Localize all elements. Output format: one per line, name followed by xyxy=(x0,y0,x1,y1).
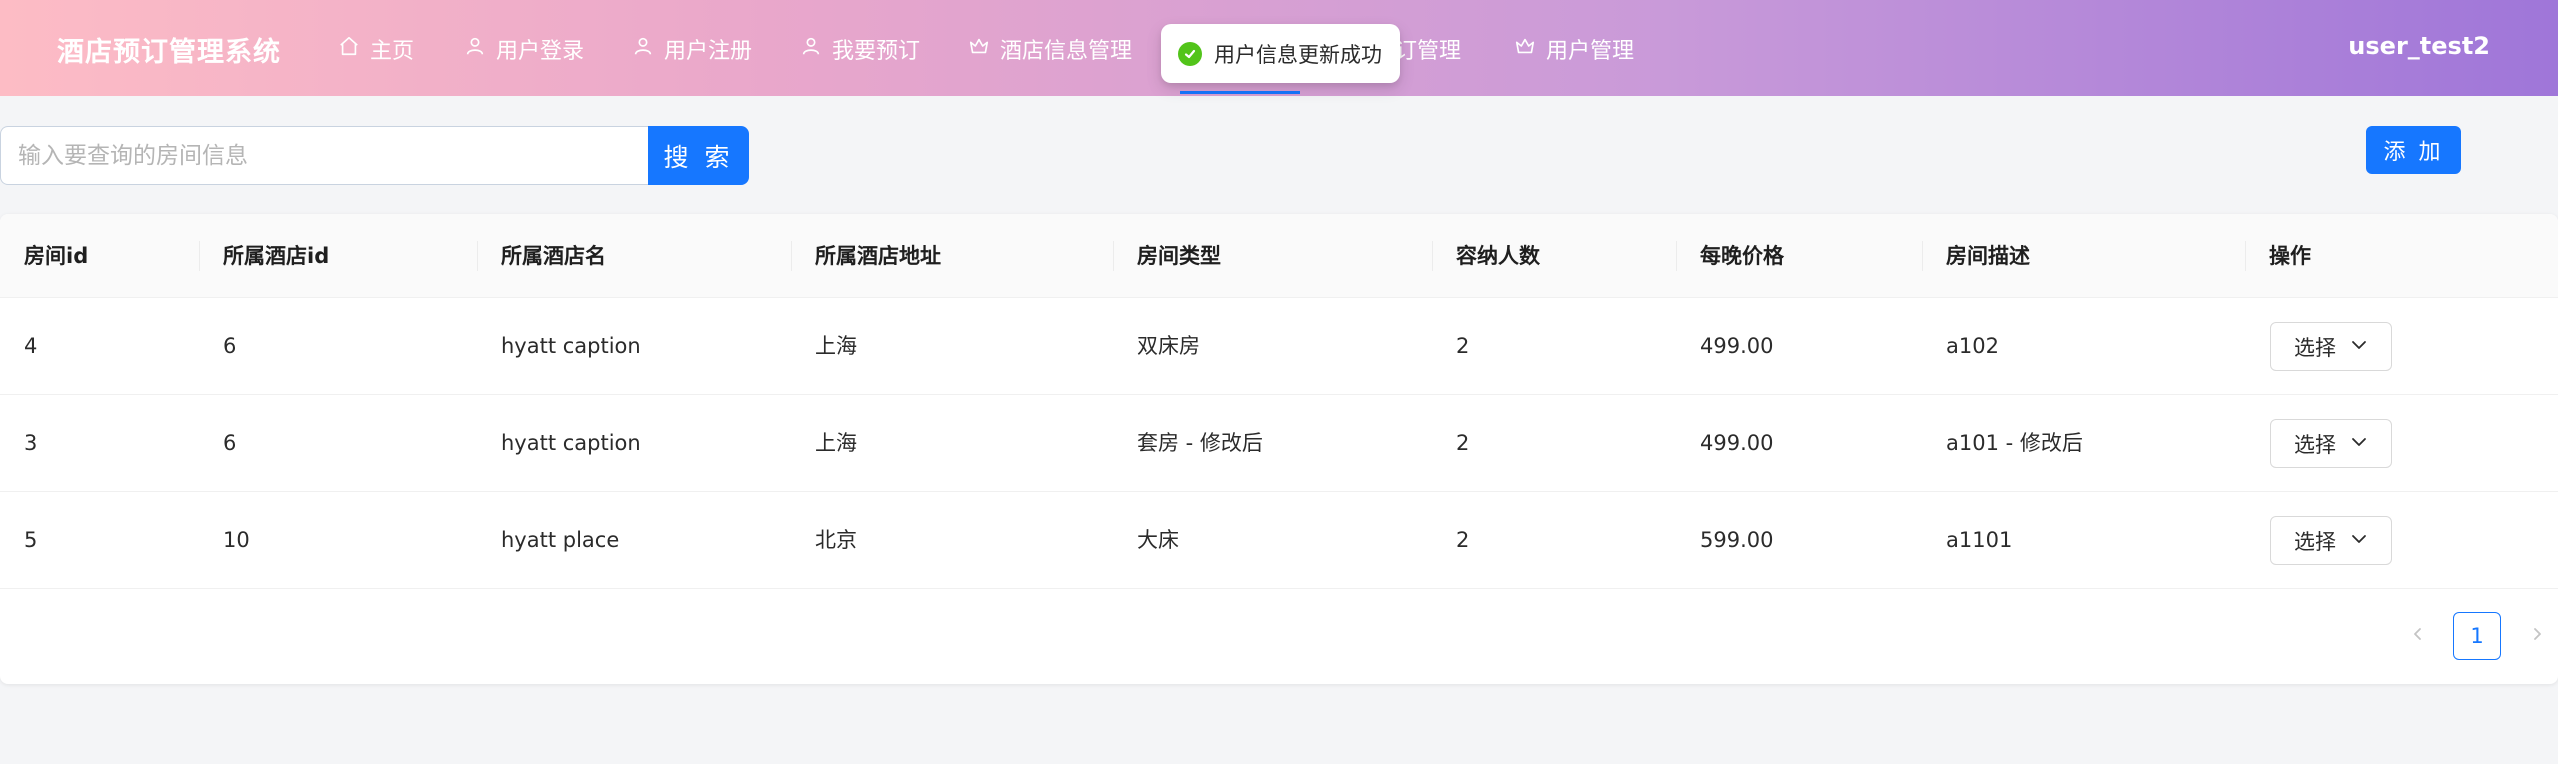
toast-message: 用户信息更新成功 xyxy=(1214,42,1382,67)
chevron-down-icon xyxy=(2350,529,2368,553)
add-button[interactable]: 添 加 xyxy=(2366,126,2461,174)
nav-item-register[interactable]: 用户注册 xyxy=(632,32,752,66)
nav-label: 我要预订 xyxy=(832,39,921,64)
column-header: 每晚价格 xyxy=(1700,244,1784,268)
cell-room-type: 大床 xyxy=(1137,528,1179,552)
column-divider xyxy=(2245,241,2246,271)
column-header: 容纳人数 xyxy=(1456,244,1540,268)
column-header: 房间类型 xyxy=(1137,244,1221,268)
cell-hotel-address: 上海 xyxy=(815,431,857,455)
nav-item-login[interactable]: 用户登录 xyxy=(464,32,584,66)
select-dropdown-button[interactable]: 选择 xyxy=(2270,516,2392,565)
nav-item-hotel-management[interactable]: 酒店信息管理 xyxy=(968,32,1132,66)
cell-description: a101 - 修改后 xyxy=(1946,431,2083,455)
cell-hotel-address: 上海 xyxy=(815,334,857,358)
cell-description: a102 xyxy=(1946,334,1999,358)
cell-hotel-id: 6 xyxy=(223,431,237,455)
nav-item-home[interactable]: 主页 xyxy=(338,32,414,66)
cell-hotel-id: 6 xyxy=(223,334,237,358)
nav-label: 用户登录 xyxy=(496,39,585,64)
column-divider xyxy=(477,241,478,271)
select-label: 选择 xyxy=(2294,529,2336,554)
search-input[interactable] xyxy=(0,126,648,185)
cell-price: 599.00 xyxy=(1700,528,1774,552)
column-divider xyxy=(1922,241,1923,271)
select-dropdown-button[interactable]: 选择 xyxy=(2270,322,2392,371)
pagination-page-button[interactable]: 1 xyxy=(2453,612,2501,660)
chevron-right-icon xyxy=(2529,626,2545,646)
nav-label: 用户注册 xyxy=(664,39,753,64)
search-button[interactable]: 搜 索 xyxy=(648,126,749,185)
home-icon xyxy=(338,35,360,63)
cell-hotel-name: hyatt place xyxy=(501,528,620,552)
cell-room-type: 套房 - 修改后 xyxy=(1137,431,1263,455)
active-nav-indicator xyxy=(1180,91,1300,94)
cell-price: 499.00 xyxy=(1700,334,1774,358)
column-divider xyxy=(199,241,200,271)
cell-capacity: 2 xyxy=(1456,528,1470,552)
table-header: 房间id 所属酒店id 所属酒店名 所属酒店地址 房间类型 容纳人数 每晚价格 … xyxy=(0,214,2558,298)
user-icon xyxy=(464,35,486,63)
cell-room-id: 4 xyxy=(24,334,38,358)
column-header: 所属酒店名 xyxy=(501,244,606,268)
table-row: 3 6 hyatt caption 上海 套房 - 修改后 2 499.00 a… xyxy=(0,395,2558,492)
app-title: 酒店预订管理系统 xyxy=(57,37,281,68)
column-divider xyxy=(791,241,792,271)
select-dropdown-button[interactable]: 选择 xyxy=(2270,419,2392,468)
cell-capacity: 2 xyxy=(1456,334,1470,358)
cell-room-id: 3 xyxy=(24,431,38,455)
column-header: 房间id xyxy=(24,244,89,268)
cell-price: 499.00 xyxy=(1700,431,1774,455)
column-header: 操作 xyxy=(2269,244,2311,268)
user-icon xyxy=(632,35,654,63)
cell-capacity: 2 xyxy=(1456,431,1470,455)
nav-label: 主页 xyxy=(370,39,415,64)
username[interactable]: user_test2 xyxy=(2348,32,2490,60)
pagination-next-button[interactable] xyxy=(2522,612,2552,660)
nav-label: 酒店信息管理 xyxy=(1000,39,1133,64)
column-divider xyxy=(1432,241,1433,271)
cell-hotel-name: hyatt caption xyxy=(501,334,641,358)
column-divider xyxy=(1676,241,1677,271)
cell-room-id: 5 xyxy=(24,528,38,552)
table-row: 5 10 hyatt place 北京 大床 2 599.00 a1101 选择 xyxy=(0,492,2558,589)
crown-icon xyxy=(1514,35,1536,63)
nav-item-booking[interactable]: 我要预订 xyxy=(800,32,920,66)
crown-icon xyxy=(968,35,990,63)
user-icon xyxy=(800,35,822,63)
table-row: 4 6 hyatt caption 上海 双床房 2 499.00 a102 选… xyxy=(0,298,2558,395)
column-header: 所属酒店地址 xyxy=(815,244,941,268)
column-header: 房间描述 xyxy=(1946,244,2030,268)
nav-label: 订管理 xyxy=(1395,39,1462,64)
nav-label: 用户管理 xyxy=(1546,39,1635,64)
check-circle-icon xyxy=(1178,41,1202,66)
cell-hotel-name: hyatt caption xyxy=(501,431,641,455)
chevron-down-icon xyxy=(2350,335,2368,359)
success-toast: 用户信息更新成功 xyxy=(1161,24,1400,83)
cell-hotel-address: 北京 xyxy=(815,528,857,552)
column-header: 所属酒店id xyxy=(223,244,330,268)
chevron-left-icon xyxy=(2410,626,2426,646)
chevron-down-icon xyxy=(2350,432,2368,456)
select-label: 选择 xyxy=(2294,432,2336,457)
pagination-prev-button[interactable] xyxy=(2403,612,2433,660)
cell-description: a1101 xyxy=(1946,528,2013,552)
column-divider xyxy=(1113,241,1114,271)
cell-hotel-id: 10 xyxy=(223,528,250,552)
room-table-card: 房间id 所属酒店id 所属酒店名 所属酒店地址 房间类型 容纳人数 每晚价格 … xyxy=(0,214,2558,684)
nav-item-user-management[interactable]: 用户管理 xyxy=(1514,32,1634,66)
select-label: 选择 xyxy=(2294,335,2336,360)
cell-room-type: 双床房 xyxy=(1137,334,1200,358)
